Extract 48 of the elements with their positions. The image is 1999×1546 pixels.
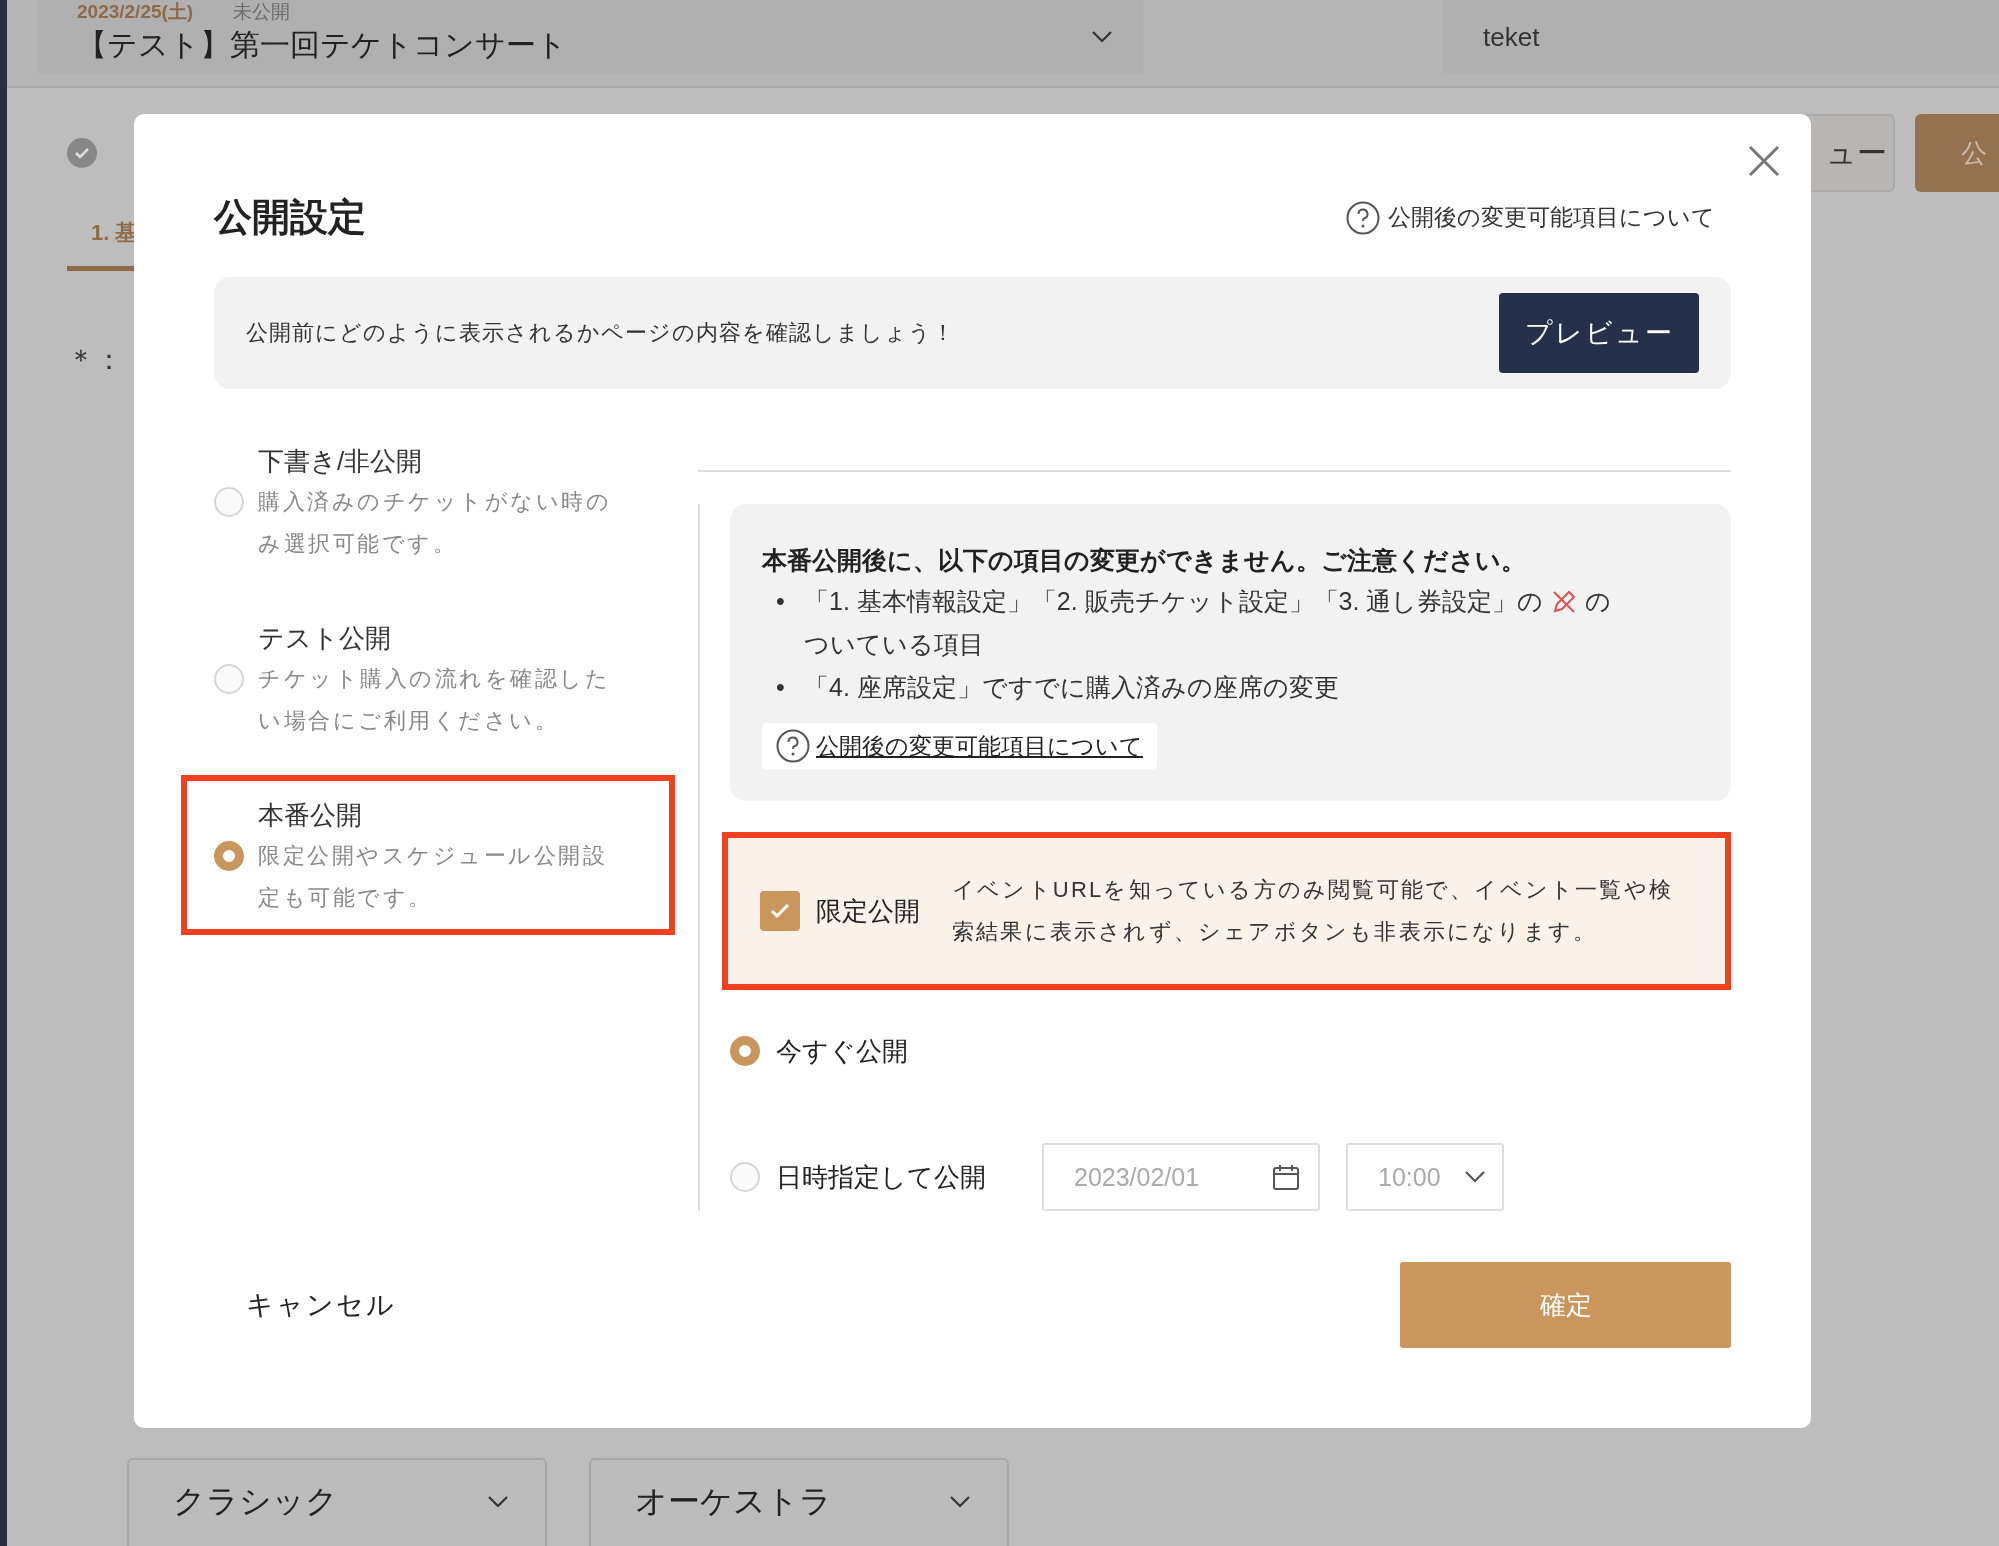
- radio-label: 今すぐ公開: [776, 1034, 908, 1068]
- close-icon[interactable]: [1747, 144, 1781, 178]
- event-title: 【テスト】第一回テケトコンサート: [77, 27, 567, 63]
- chevron-down-icon: [949, 1495, 971, 1509]
- help-icon: [776, 729, 810, 763]
- category-select[interactable]: クラシック: [127, 1458, 547, 1546]
- bullet-text: 「1. 基本情報設定」「2. 販売チケット設定」「3. 通し券設定」の: [804, 586, 1544, 617]
- help-link[interactable]: 公開後の変更可能項目について: [762, 723, 1157, 769]
- cancel-button[interactable]: キャンセル: [214, 1287, 396, 1323]
- chevron-down-icon: [487, 1495, 509, 1509]
- preview-button[interactable]: プレビュー: [1499, 293, 1699, 373]
- option-description: 限定公開やスケジュール公開設定も可能です。: [258, 842, 608, 912]
- account-field[interactable]: teket: [1443, 0, 1999, 74]
- option-title: 下書き/非公開: [258, 445, 423, 478]
- event-status: 未公開: [233, 0, 291, 24]
- option-title: テスト公開: [258, 622, 391, 655]
- checkbox-label: 限定公開: [816, 894, 920, 928]
- limited-description: イベントURLを知っている方のみ閲覧可能で、イベント一覧や検索結果に表示されず、シェアボタンも非表示になります。: [952, 876, 1674, 946]
- bullet-text: 「4. 座席設定」ですでに購入済みの座席の変更: [804, 672, 1339, 703]
- chevron-down-icon: [1091, 30, 1113, 44]
- pencil-icon: [1551, 588, 1578, 615]
- event-select[interactable]: 2023/2/25(土) 未公開 【テスト】第一回テケトコンサート: [37, 0, 1143, 74]
- dialog-title: 公開設定: [214, 195, 366, 240]
- radio-button[interactable]: [730, 1036, 760, 1066]
- preview-hint: 公開前にどのように表示されるかページの内容を確認しましょう！: [246, 319, 955, 347]
- notice-heading: 本番公開後に、以下の項目の変更ができません。ご注意ください。: [762, 545, 1526, 576]
- bullet-text: の: [1585, 586, 1612, 617]
- help-icon: [1346, 200, 1380, 235]
- option-description: チケット購入の流れを確認したい場合にご利用ください。: [258, 665, 611, 735]
- radio-button[interactable]: [214, 664, 244, 694]
- checkmark-icon: [769, 902, 791, 920]
- option-description: 購入済みのチケットがない時のみ選択可能です。: [258, 488, 612, 558]
- radio-button[interactable]: [214, 487, 244, 517]
- option-title: 本番公開: [258, 799, 362, 832]
- checkbox[interactable]: [760, 891, 800, 931]
- required-note: ＊：: [67, 343, 123, 377]
- check-circle-icon: [67, 138, 97, 168]
- bullet-marker: •: [776, 586, 786, 617]
- chevron-down-icon: [1464, 1170, 1486, 1184]
- radio-button[interactable]: [730, 1162, 760, 1192]
- help-link[interactable]: 公開後の変更可能項目について: [1346, 200, 1715, 235]
- bullet-marker: •: [776, 672, 786, 703]
- event-date: 2023/2/25(土): [77, 0, 194, 24]
- radio-label: 日時指定して公開: [776, 1160, 986, 1194]
- bullet-text: ついている項目: [804, 630, 984, 658]
- category-select[interactable]: オーケストラ: [589, 1458, 1009, 1546]
- radio-button[interactable]: [214, 841, 244, 871]
- calendar-icon: [1272, 1163, 1300, 1191]
